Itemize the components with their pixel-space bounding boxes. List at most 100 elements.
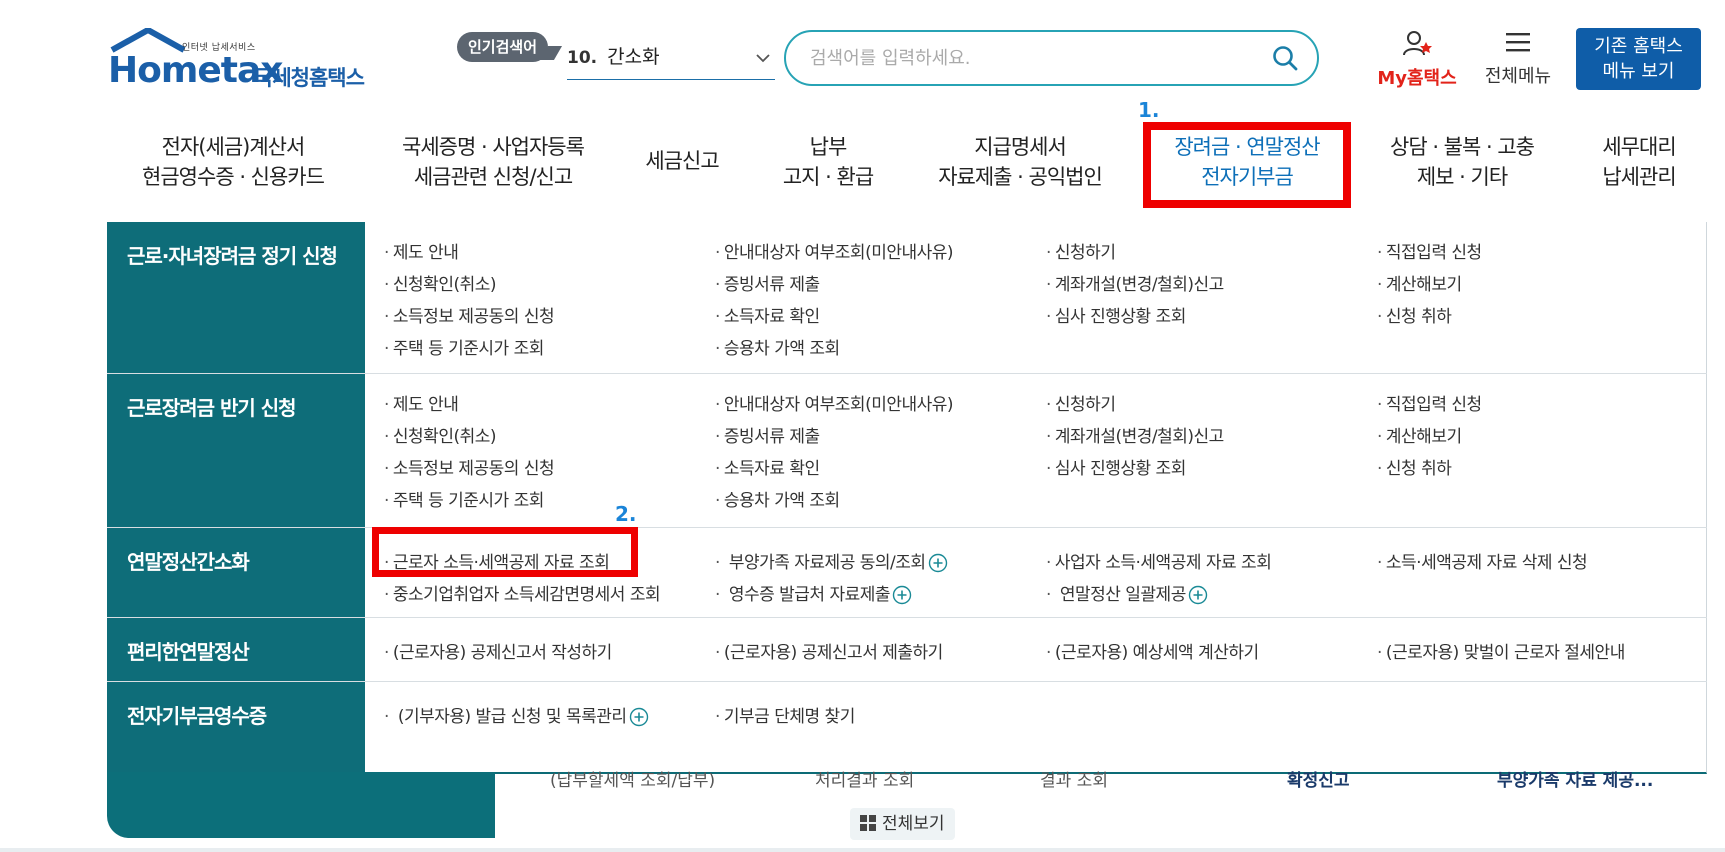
search-input[interactable]: [810, 42, 1250, 74]
menu-link[interactable]: 승용차 가액 조회: [715, 334, 840, 359]
step-label-1: 1.: [1138, 98, 1160, 122]
old-hometax-menu-button[interactable]: 기존 홈택스 메뉴 보기: [1576, 28, 1701, 90]
quick-link[interactable]: 확정신고: [1287, 766, 1350, 791]
menu-link[interactable]: 소득자료 확인: [715, 454, 820, 479]
search-box: [784, 30, 1319, 86]
quick-link[interactable]: 결과 조회: [1040, 766, 1108, 791]
user-icon: [1403, 31, 1432, 56]
nav-item-line2: 제보 · 기타: [1416, 165, 1508, 189]
menu-link[interactable]: (근로자용) 공제신고서 제출하기: [715, 638, 943, 663]
menu-link-label: 영수증 발급처 자료제출: [728, 585, 891, 605]
menu-link[interactable]: 신청 취하: [1377, 302, 1452, 327]
chevron-down-icon: [756, 54, 770, 63]
menu-link[interactable]: 사업자 소득·세액공제 자료 조회: [1046, 548, 1272, 573]
menu-link[interactable]: 신청확인(취소): [384, 422, 497, 447]
logo-brand-kr: 국세청홈택스: [254, 66, 365, 90]
menu-link[interactable]: 소득·세액공제 자료 삭제 신청: [1377, 548, 1588, 573]
view-all-label: 전체보기: [882, 814, 945, 834]
menu-link[interactable]: 계산해보기: [1377, 270, 1462, 295]
mega-menu: 근로·자녀장려금 정기 신청 제도 안내 신청확인(취소) 소득정보 제공동의 …: [107, 222, 1707, 774]
menu-row-year-end-simplified: 연말정산간소화 근로자 소득·세액공제 자료 조회 중소기업취업자 소득세감면명…: [107, 528, 1707, 618]
nav-item-line1: 세금신고: [645, 149, 719, 173]
menu-link[interactable]: 신청하기: [1046, 238, 1116, 263]
underlying-quick-links: (납부할세액 조회/납부) 처리결과 조회 결과 조회 확정신고 부양가족 자료…: [495, 771, 1707, 791]
menu-link[interactable]: 직접입력 신청: [1377, 390, 1482, 415]
menu-link-expandable[interactable]: 부양가족 자료제공 동의/조회: [715, 548, 948, 573]
nav-item-line2: 세금관련 신청/신고: [413, 165, 573, 189]
nav-item-payment-statement[interactable]: 지급명세서 자료제출 · 공익법인: [925, 132, 1115, 192]
menu-link[interactable]: 증빙서류 제출: [715, 422, 820, 447]
menu-link[interactable]: 중소기업취업자 소득세감면명세서 조회: [384, 580, 661, 605]
menu-link[interactable]: 신청확인(취소): [384, 270, 497, 295]
menu-link[interactable]: 제도 안내: [384, 390, 459, 415]
nav-item-line1: 전자(세금)계산서: [161, 135, 306, 159]
nav-item-e-invoice[interactable]: 전자(세금)계산서 현금영수증 · 신용카드: [128, 132, 338, 192]
nav-item-tax-report[interactable]: 세금신고: [630, 146, 734, 176]
nav-item-line2: 자료제출 · 공익법인: [938, 165, 1103, 189]
main-nav: 전자(세금)계산서 현금영수증 · 신용카드 국세증명 · 사업자등록 세금관련…: [0, 112, 1725, 222]
menu-row-title: 연말정산간소화: [127, 550, 250, 574]
menu-row-earned-income-half: 근로장려금 반기 신청 제도 안내 신청확인(취소) 소득정보 제공동의 신청 …: [107, 374, 1707, 528]
full-menu-label: 전체메뉴: [1484, 66, 1552, 87]
hamburger-menu-icon: [1506, 33, 1530, 52]
quick-link[interactable]: 처리결과 조회: [815, 766, 914, 791]
menu-link[interactable]: 신청 취하: [1377, 454, 1452, 479]
full-menu-button[interactable]: 전체메뉴: [1478, 30, 1558, 88]
menu-link[interactable]: (근로자용) 예상세액 계산하기: [1046, 638, 1259, 663]
nav-item-consulting[interactable]: 상담 · 불복 · 고충 제보 · 기타: [1372, 132, 1552, 192]
menu-link-label: 부양가족 자료제공 동의/조회: [728, 553, 926, 573]
hometax-logo[interactable]: 인터넷 납세서비스 Hometax 국세청홈택스: [108, 28, 378, 94]
menu-link[interactable]: 제도 안내: [384, 238, 459, 263]
menu-link[interactable]: 주택 등 기준시가 조회: [384, 334, 544, 359]
menu-link[interactable]: 계좌개설(변경/철회)신고: [1046, 422, 1224, 447]
menu-row-title: 근로장려금 반기 신청: [127, 396, 297, 420]
quick-link[interactable]: 부양가족 자료 제공...: [1497, 766, 1653, 791]
old-hometax-line2: 메뉴 보기: [1602, 61, 1675, 82]
menu-link-expandable[interactable]: 영수증 발급처 자료제출: [715, 580, 912, 605]
menu-link[interactable]: 소득정보 제공동의 신청: [384, 454, 555, 479]
quick-link[interactable]: (납부할세액 조회/납부): [550, 766, 715, 791]
menu-link[interactable]: 심사 진행상황 조회: [1046, 302, 1186, 327]
plus-circle-icon[interactable]: [928, 553, 948, 573]
menu-link[interactable]: 기부금 단체명 찾기: [715, 702, 855, 727]
menu-link-expandable[interactable]: 연말정산 일괄제공: [1046, 580, 1208, 605]
underlying-teal-panel: [107, 772, 495, 838]
plus-circle-icon[interactable]: [1188, 585, 1208, 605]
my-hometax-link[interactable]: My홈택스: [1372, 30, 1462, 90]
popular-rank: 10.: [567, 48, 598, 68]
menu-link[interactable]: 안내대상자 여부조회(미안내사유): [715, 238, 954, 263]
menu-link[interactable]: 소득정보 제공동의 신청: [384, 302, 555, 327]
plus-circle-icon[interactable]: [892, 585, 912, 605]
menu-link[interactable]: 주택 등 기준시가 조회: [384, 486, 544, 511]
menu-link[interactable]: 증빙서류 제출: [715, 270, 820, 295]
nav-item-line2: 고지 · 환급: [782, 165, 874, 189]
nav-item-tax-agent[interactable]: 세무대리 납세관리: [1584, 132, 1694, 192]
menu-link[interactable]: 소득자료 확인: [715, 302, 820, 327]
nav-item-line2: 현금영수증 · 신용카드: [142, 165, 325, 189]
menu-link[interactable]: 계산해보기: [1377, 422, 1462, 447]
nav-item-line1: 국세증명 · 사업자등록: [402, 135, 585, 159]
menu-link[interactable]: 계좌개설(변경/철회)신고: [1046, 270, 1224, 295]
menu-link[interactable]: (근로자용) 공제신고서 작성하기: [384, 638, 612, 663]
nav-item-line2: 납세관리: [1602, 165, 1676, 189]
menu-row-title: 편리한연말정산: [127, 640, 250, 664]
plus-circle-icon[interactable]: [629, 707, 649, 727]
menu-link[interactable]: (근로자용) 맞벌이 근로자 절세안내: [1377, 638, 1625, 663]
menu-link[interactable]: 심사 진행상황 조회: [1046, 454, 1186, 479]
menu-link[interactable]: 직접입력 신청: [1377, 238, 1482, 263]
nav-item-payment[interactable]: 납부 고지 · 환급: [768, 132, 888, 192]
highlight-box-2: [372, 527, 638, 577]
popular-keyword-select[interactable]: 10. 간소화: [567, 40, 775, 80]
menu-link[interactable]: 승용차 가액 조회: [715, 486, 840, 511]
nav-item-line1: 납부: [809, 135, 848, 159]
view-all-button[interactable]: 전체보기: [850, 808, 955, 840]
menu-row-earned-income-regular: 근로·자녀장려금 정기 신청 제도 안내 신청확인(취소) 소득정보 제공동의 …: [107, 222, 1707, 374]
search-icon[interactable]: [1271, 44, 1299, 72]
menu-link[interactable]: 안내대상자 여부조회(미안내사유): [715, 390, 954, 415]
menu-link[interactable]: 신청하기: [1046, 390, 1116, 415]
nav-item-line1: 지급명세서: [974, 135, 1067, 159]
menu-link-expandable[interactable]: (기부자용) 발급 신청 및 목록관리: [384, 702, 649, 727]
nav-item-certificate[interactable]: 국세증명 · 사업자등록 세금관련 신청/신고: [378, 132, 608, 192]
menu-link-label: 연말정산 일괄제공: [1059, 585, 1187, 605]
header: 인터넷 납세서비스 Hometax 국세청홈택스 인기검색어 10. 간소화 M…: [0, 0, 1725, 110]
